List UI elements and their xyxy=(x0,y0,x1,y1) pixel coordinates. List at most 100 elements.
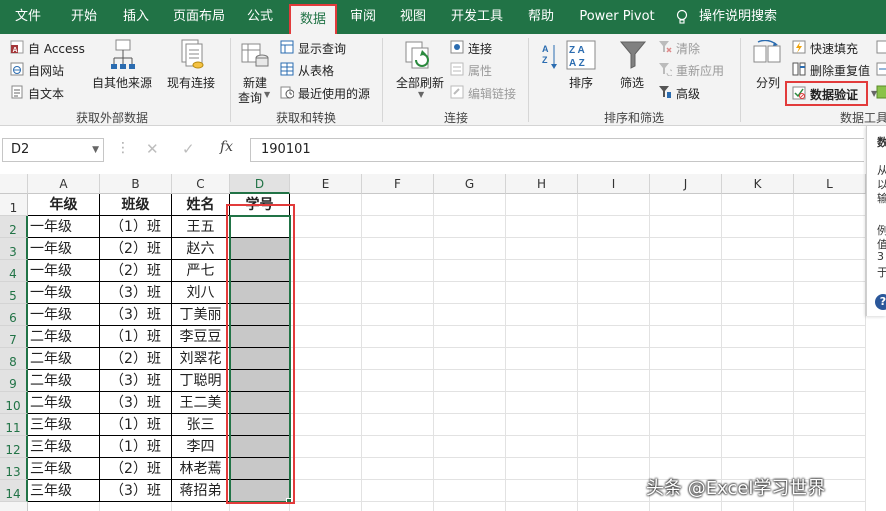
cell-f9[interactable] xyxy=(362,370,434,392)
cell-f4[interactable] xyxy=(362,260,434,282)
cell-a2[interactable]: 一年级 xyxy=(28,216,100,238)
cell-b13[interactable]: （2）班 xyxy=(100,458,172,480)
cell-i14[interactable] xyxy=(578,480,650,502)
cell-e2[interactable] xyxy=(290,216,362,238)
tab-developer[interactable]: 开发工具 xyxy=(446,0,508,34)
tab-help[interactable]: 帮助 xyxy=(520,0,562,34)
tab-data[interactable]: 数据 xyxy=(289,4,337,34)
cell-i10[interactable] xyxy=(578,392,650,414)
cell-f3[interactable] xyxy=(362,238,434,260)
cell-i13[interactable] xyxy=(578,458,650,480)
connections-button[interactable]: 连接 xyxy=(468,40,492,57)
tab-insert[interactable]: 插入 xyxy=(112,0,160,34)
cell-b7[interactable]: （1）班 xyxy=(100,326,172,348)
cell-c9[interactable]: 丁聪明 xyxy=(172,370,230,392)
cell-l10[interactable] xyxy=(794,392,866,414)
cell-i2[interactable] xyxy=(578,216,650,238)
row-header[interactable]: 4 xyxy=(0,260,28,282)
column-header-l[interactable]: L xyxy=(794,174,866,194)
sort-button[interactable]: 排序 xyxy=(569,74,593,91)
cell-e15[interactable] xyxy=(290,502,362,511)
cell-a13[interactable]: 三年级 xyxy=(28,458,100,480)
cell-j7[interactable] xyxy=(650,326,722,348)
cell-i9[interactable] xyxy=(578,370,650,392)
cell-i11[interactable] xyxy=(578,414,650,436)
column-header-d[interactable]: D xyxy=(230,174,290,194)
cell-b3[interactable]: （2）班 xyxy=(100,238,172,260)
cell-e4[interactable] xyxy=(290,260,362,282)
cell-j12[interactable] xyxy=(650,436,722,458)
from-text-button[interactable]: 自文本 xyxy=(28,85,64,102)
show-queries-button[interactable]: 显示查询 xyxy=(298,40,346,57)
cell-c6[interactable]: 丁美丽 xyxy=(172,304,230,326)
cell-h1[interactable] xyxy=(506,194,578,216)
cell-k15[interactable] xyxy=(722,502,794,511)
cell-g1[interactable] xyxy=(434,194,506,216)
from-web-button[interactable]: 自网站 xyxy=(28,62,64,79)
cell-a8[interactable]: 二年级 xyxy=(28,348,100,370)
recent-sources-button[interactable]: 最近使用的源 xyxy=(298,85,370,102)
name-box[interactable]: D2 ▼ xyxy=(2,138,104,162)
cell-l12[interactable] xyxy=(794,436,866,458)
cell-c7[interactable]: 李豆豆 xyxy=(172,326,230,348)
cancel-icon[interactable]: ✕ xyxy=(146,140,159,158)
column-header-i[interactable]: I xyxy=(578,174,650,194)
cell-h6[interactable] xyxy=(506,304,578,326)
cell-i3[interactable] xyxy=(578,238,650,260)
cell-h15[interactable] xyxy=(506,502,578,511)
cell-b14[interactable]: （3）班 xyxy=(100,480,172,502)
cell-b10[interactable]: （3）班 xyxy=(100,392,172,414)
cell-f2[interactable] xyxy=(362,216,434,238)
remove-duplicates-button[interactable]: 删除重复值 xyxy=(810,62,870,79)
cell-i4[interactable] xyxy=(578,260,650,282)
row-header[interactable]: 13 xyxy=(0,458,28,480)
row-header[interactable]: 12 xyxy=(0,436,28,458)
select-all-corner[interactable] xyxy=(0,174,28,194)
cell-c13[interactable]: 林老蔫 xyxy=(172,458,230,480)
cell-l3[interactable] xyxy=(794,238,866,260)
cell-a15[interactable] xyxy=(28,502,100,511)
cell-a1[interactable]: 年级 xyxy=(28,194,100,216)
cell-a12[interactable]: 三年级 xyxy=(28,436,100,458)
cell-g5[interactable] xyxy=(434,282,506,304)
cell-h8[interactable] xyxy=(506,348,578,370)
cell-g6[interactable] xyxy=(434,304,506,326)
cell-g11[interactable] xyxy=(434,414,506,436)
column-header-a[interactable]: A xyxy=(28,174,100,194)
cell-f10[interactable] xyxy=(362,392,434,414)
cell-c11[interactable]: 张三 xyxy=(172,414,230,436)
row-header[interactable]: 8 xyxy=(0,348,28,370)
cell-g2[interactable] xyxy=(434,216,506,238)
cell-l4[interactable] xyxy=(794,260,866,282)
cell-g7[interactable] xyxy=(434,326,506,348)
cell-b9[interactable]: （3）班 xyxy=(100,370,172,392)
cell-l6[interactable] xyxy=(794,304,866,326)
cell-f7[interactable] xyxy=(362,326,434,348)
cell-j10[interactable] xyxy=(650,392,722,414)
cell-c2[interactable]: 王五 xyxy=(172,216,230,238)
cell-e7[interactable] xyxy=(290,326,362,348)
cell-a6[interactable]: 一年级 xyxy=(28,304,100,326)
cell-b2[interactable]: （1）班 xyxy=(100,216,172,238)
cell-b1[interactable]: 班级 xyxy=(100,194,172,216)
cell-j4[interactable] xyxy=(650,260,722,282)
cell-j2[interactable] xyxy=(650,216,722,238)
column-header-k[interactable]: K xyxy=(722,174,794,194)
cell-k10[interactable] xyxy=(722,392,794,414)
cell-j15[interactable] xyxy=(650,502,722,511)
formula-input[interactable]: 190101 xyxy=(250,138,864,162)
cell-k4[interactable] xyxy=(722,260,794,282)
enter-icon[interactable]: ✓ xyxy=(182,140,195,158)
properties-button[interactable]: 属性 xyxy=(468,62,492,79)
row-header[interactable]: 11 xyxy=(0,414,28,436)
chevron-down-icon[interactable]: ▼ xyxy=(92,139,99,161)
cell-i7[interactable] xyxy=(578,326,650,348)
cell-c4[interactable]: 严七 xyxy=(172,260,230,282)
new-query-button-line2[interactable]: 查询 xyxy=(238,89,262,106)
cell-c14[interactable]: 蒋招弟 xyxy=(172,480,230,502)
cell-l5[interactable] xyxy=(794,282,866,304)
tab-power-pivot[interactable]: Power Pivot xyxy=(574,0,660,34)
reapply-button[interactable]: 重新应用 xyxy=(676,62,724,79)
tab-review[interactable]: 审阅 xyxy=(342,0,384,34)
cell-h11[interactable] xyxy=(506,414,578,436)
